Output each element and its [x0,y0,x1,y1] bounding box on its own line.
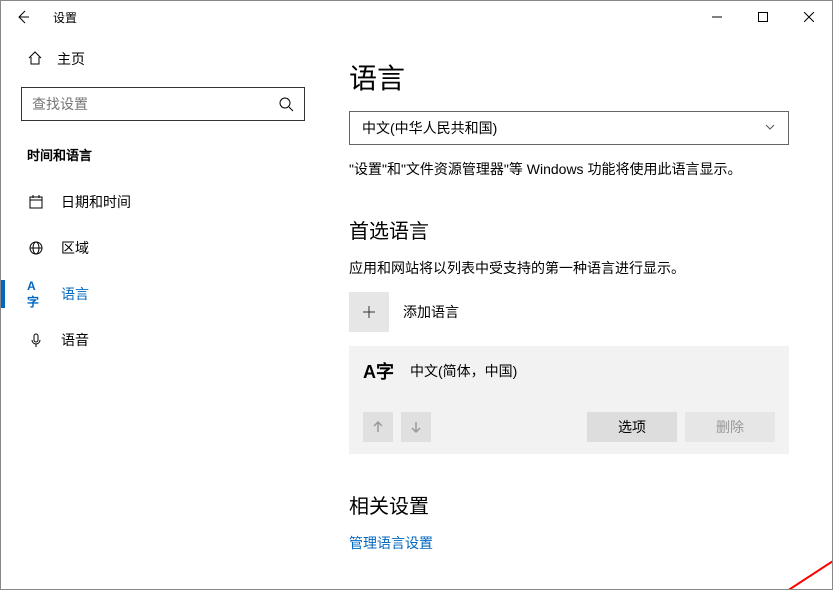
globe-icon [27,240,45,256]
language-item-actions: 选项 删除 [363,412,775,442]
preferred-languages-desc: 应用和网站将以列表中受支持的第一种语言进行显示。 [349,258,804,278]
nav-label: 语音 [61,330,89,350]
plus-icon [349,292,389,332]
search-icon [268,96,304,112]
arrow-up-icon [371,420,385,434]
dropdown-value: 中文(中华人民共和国) [362,118,497,138]
arrow-left-icon [15,9,31,25]
move-down-button[interactable] [401,412,431,442]
display-language-dropdown[interactable]: 中文(中华人民共和国) [349,111,789,145]
nav-label: 语言 [61,284,89,304]
settings-window: 设置 主页 时间和语言 [0,0,833,590]
close-button[interactable] [786,1,832,33]
home-link[interactable]: 主页 [21,49,305,69]
home-icon [27,50,43,69]
language-glyph-icon: A字 [363,358,394,384]
sidebar: 主页 时间和语言 日期和时间 区域 [1,33,321,589]
close-icon [804,12,814,22]
related-settings-heading: 相关设置 [349,490,804,519]
nav-item-region[interactable]: 区域 [21,228,305,268]
options-button[interactable]: 选项 [587,412,677,442]
body: 主页 时间和语言 日期和时间 区域 [1,33,832,589]
back-button[interactable] [1,1,45,33]
annotation-arrow [741,463,832,589]
manage-language-settings-link[interactable]: 管理语言设置 [349,533,433,553]
arrow-down-icon [409,420,423,434]
delete-button[interactable]: 删除 [685,412,775,442]
move-up-button[interactable] [363,412,393,442]
search-box[interactable] [21,87,305,121]
nav-label: 日期和时间 [61,192,131,212]
home-label: 主页 [57,49,85,69]
maximize-button[interactable] [740,1,786,33]
main-content: 语言 中文(中华人民共和国) "设置"和"文件资源管理器"等 Windows 功… [321,33,832,589]
nav-group-title: 时间和语言 [21,145,305,164]
preferred-languages-heading: 首选语言 [349,215,804,244]
nav-item-speech[interactable]: 语音 [21,320,305,360]
search-input[interactable] [22,88,268,120]
maximize-icon [758,12,768,22]
language-item-header: A字 中文(简体，中国) [363,358,775,384]
language-item[interactable]: A字 中文(简体，中国) 选项 删除 [349,346,789,454]
display-language-note: "设置"和"文件资源管理器"等 Windows 功能将使用此语言显示。 [349,159,804,179]
microphone-icon [27,332,45,348]
language-icon: A字 [27,279,45,310]
minimize-icon [712,12,722,22]
nav-item-datetime[interactable]: 日期和时间 [21,182,305,222]
add-language-button[interactable]: 添加语言 [349,292,804,332]
nav-label: 区域 [61,238,89,258]
language-name: 中文(简体，中国) [410,361,517,381]
page-title: 语言 [349,57,804,97]
minimize-button[interactable] [694,1,740,33]
calendar-icon [27,194,45,210]
window-title: 设置 [53,9,77,26]
titlebar: 设置 [1,1,832,33]
nav-item-language[interactable]: A字 语言 [21,274,305,314]
chevron-down-icon [764,120,776,136]
add-language-label: 添加语言 [403,302,459,322]
